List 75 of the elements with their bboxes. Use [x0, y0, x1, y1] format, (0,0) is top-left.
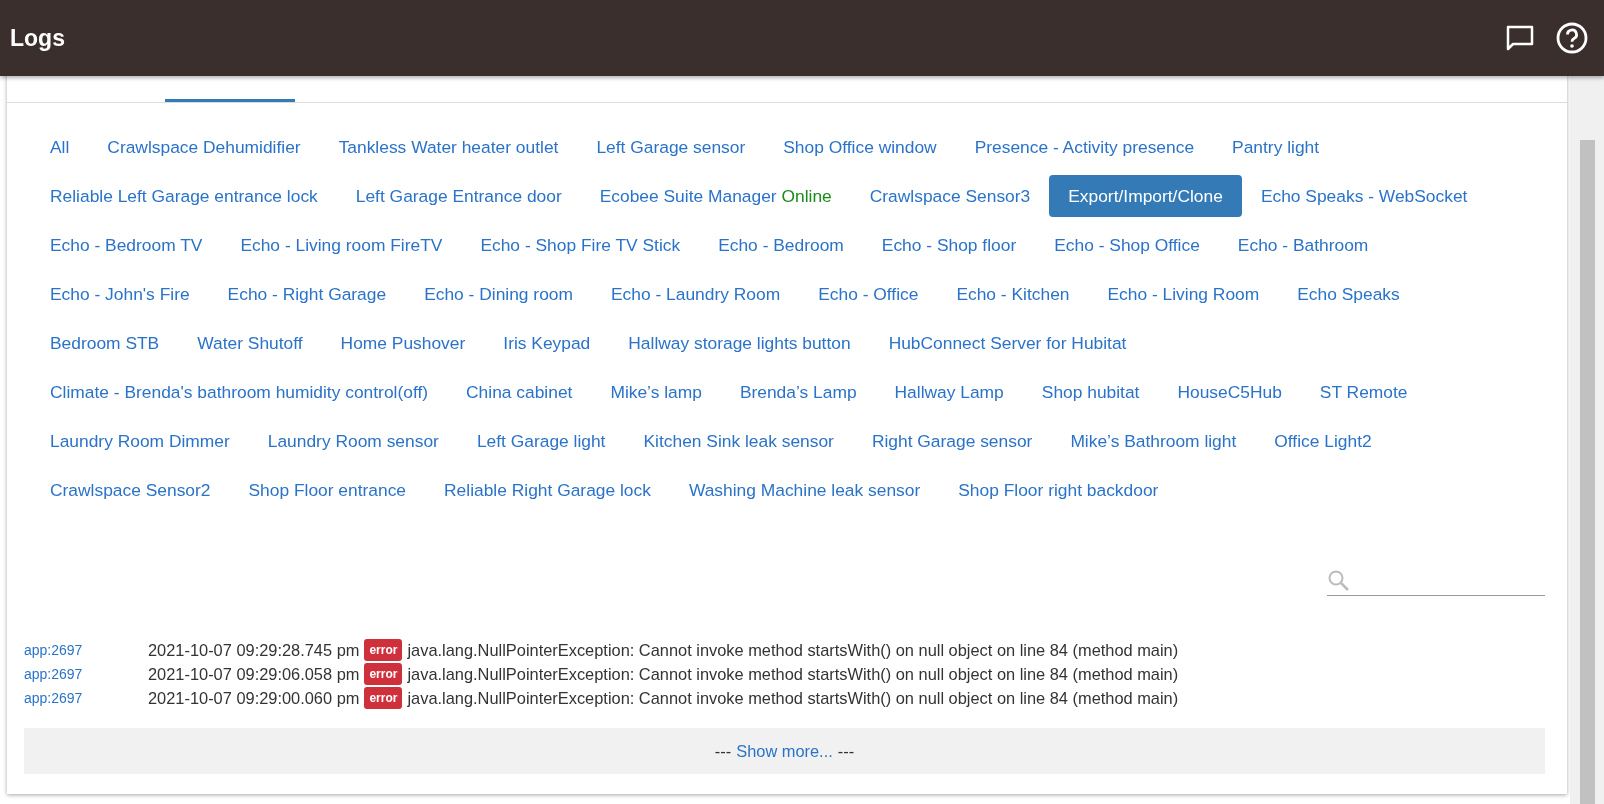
device-filter[interactable]: Climate - Brenda's bathroom humidity control(off)	[31, 371, 448, 413]
device-filter[interactable]: Mike’s lamp	[591, 371, 721, 413]
log-time: 2021-10-07 09:29:28.745 pm	[148, 640, 360, 660]
device-filter[interactable]: Tankless Water heater outlet	[319, 126, 578, 168]
page-title: Logs	[10, 24, 65, 52]
device-filter[interactable]: Laundry Room sensor	[248, 420, 458, 462]
device-filter[interactable]: Pantry light	[1213, 126, 1339, 168]
device-filter[interactable]: Left Garage sensor	[577, 126, 765, 168]
device-filter[interactable]: Reliable Left Garage entrance lock	[31, 175, 337, 217]
device-filter[interactable]: China cabinet	[447, 371, 592, 413]
device-filter[interactable]: Echo Speaks - WebSocket	[1241, 175, 1487, 217]
device-filter[interactable]: Iris Keypad	[484, 322, 610, 364]
device-filter[interactable]: Hallway storage lights button	[609, 322, 870, 364]
log-message: java.lang.NullPointerException: Cannot invoke method startsWith() on null object on line 84 (method main)	[407, 664, 1179, 684]
log-level-badge: error	[364, 663, 403, 685]
device-filter[interactable]: Reliable Right Garage lock	[425, 469, 670, 511]
device-filter[interactable]: Echo - Shop Fire TV Stick	[461, 224, 700, 266]
device-filter[interactable]: Hallway Lamp	[875, 371, 1023, 413]
show-more-link[interactable]: Show more...	[736, 741, 833, 761]
device-filter[interactable]: Crawlspace Sensor2	[31, 469, 230, 511]
device-filter[interactable]: Office Light2	[1255, 420, 1391, 462]
device-filter[interactable]: Echo - Kitchen	[937, 273, 1089, 315]
device-filter[interactable]: Brenda’s Lamp	[720, 371, 876, 413]
device-filter[interactable]: Shop Office window	[764, 126, 956, 168]
device-filter[interactable]: Water Shutoff	[178, 322, 322, 364]
device-filter[interactable]: Shop Floor entrance	[229, 469, 426, 511]
help-icon[interactable]	[1556, 22, 1588, 54]
device-filter[interactable]: Echo - Living room FireTV	[221, 224, 462, 266]
device-filter[interactable]: Echo - Bedroom TV	[31, 224, 222, 266]
device-filter[interactable]: Left Garage Entrance door	[336, 175, 581, 217]
search-field[interactable]	[1327, 569, 1545, 596]
dashes: ---	[837, 741, 855, 761]
device-filter[interactable]: Echo - John's Fire	[31, 273, 209, 315]
device-filter[interactable]: Bedroom STB	[31, 322, 179, 364]
device-filter[interactable]: Echo - Dining room	[405, 273, 592, 315]
device-filter[interactable]: Crawlspace Sensor3	[850, 175, 1050, 217]
log-time: 2021-10-07 09:29:00.060 pm	[148, 688, 360, 708]
device-filter[interactable]: Right Garage sensor	[852, 420, 1052, 462]
device-filter[interactable]: Laundry Room Dimmer	[31, 420, 249, 462]
chat-icon[interactable]	[1506, 25, 1534, 51]
device-filter[interactable]: Echo - Shop floor	[862, 224, 1036, 266]
device-filter[interactable]: Mike’s Bathroom light	[1051, 420, 1256, 462]
device-filter[interactable]: Echo - Laundry Room	[592, 273, 800, 315]
log-time: 2021-10-07 09:29:06.058 pm	[148, 664, 360, 684]
device-filter[interactable]: Washing Machine leak sensor	[669, 469, 940, 511]
log-source-link[interactable]: app:2697	[24, 690, 148, 706]
device-filter[interactable]: Echo - Shop Office	[1035, 224, 1219, 266]
log-message: java.lang.NullPointerException: Cannot invoke method startsWith() on null object on line 84 (method main)	[407, 688, 1179, 708]
log-source-link[interactable]: app:2697	[24, 666, 148, 682]
device-filter[interactable]: Echo - Bedroom	[699, 224, 863, 266]
device-filter[interactable]: Presence - Activity presence	[955, 126, 1214, 168]
device-filter[interactable]: All	[31, 126, 89, 168]
log-source-link[interactable]: app:2697	[24, 642, 148, 658]
device-filter[interactable]: Echo - Living Room	[1088, 273, 1279, 315]
device-filter[interactable]: Left Garage light	[457, 420, 625, 462]
log-level-badge: error	[364, 639, 403, 661]
device-filter[interactable]: HouseC5Hub	[1158, 371, 1301, 413]
scrollbar[interactable]	[1570, 76, 1604, 804]
dashes: ---	[714, 741, 732, 761]
device-filter[interactable]: Echo - Office	[799, 273, 938, 315]
device-filter[interactable]: Home Pushover	[321, 322, 485, 364]
device-filter[interactable]: HubConnect Server for Hubitat	[869, 322, 1146, 364]
log-level-badge: error	[364, 687, 403, 709]
device-filter[interactable]: Shop Floor right backdoor	[939, 469, 1178, 511]
device-filter[interactable]: Ecobee Suite Manager Online	[580, 175, 851, 217]
device-filter[interactable]: Export/Import/Clone	[1049, 175, 1242, 217]
device-filter[interactable]: Echo - Bathroom	[1218, 224, 1388, 266]
device-filter[interactable]: ST Remote	[1300, 371, 1427, 413]
device-filter[interactable]: Crawlspace Dehumidifier	[88, 126, 320, 168]
device-filter[interactable]: Echo Speaks	[1278, 273, 1419, 315]
log-message: java.lang.NullPointerException: Cannot invoke method startsWith() on null object on line 84 (method main)	[407, 640, 1179, 660]
device-filter[interactable]: Echo - Right Garage	[208, 273, 406, 315]
search-icon	[1327, 569, 1351, 593]
device-filter[interactable]: Kitchen Sink leak sensor	[624, 420, 853, 462]
device-filter[interactable]: Shop hubitat	[1022, 371, 1159, 413]
